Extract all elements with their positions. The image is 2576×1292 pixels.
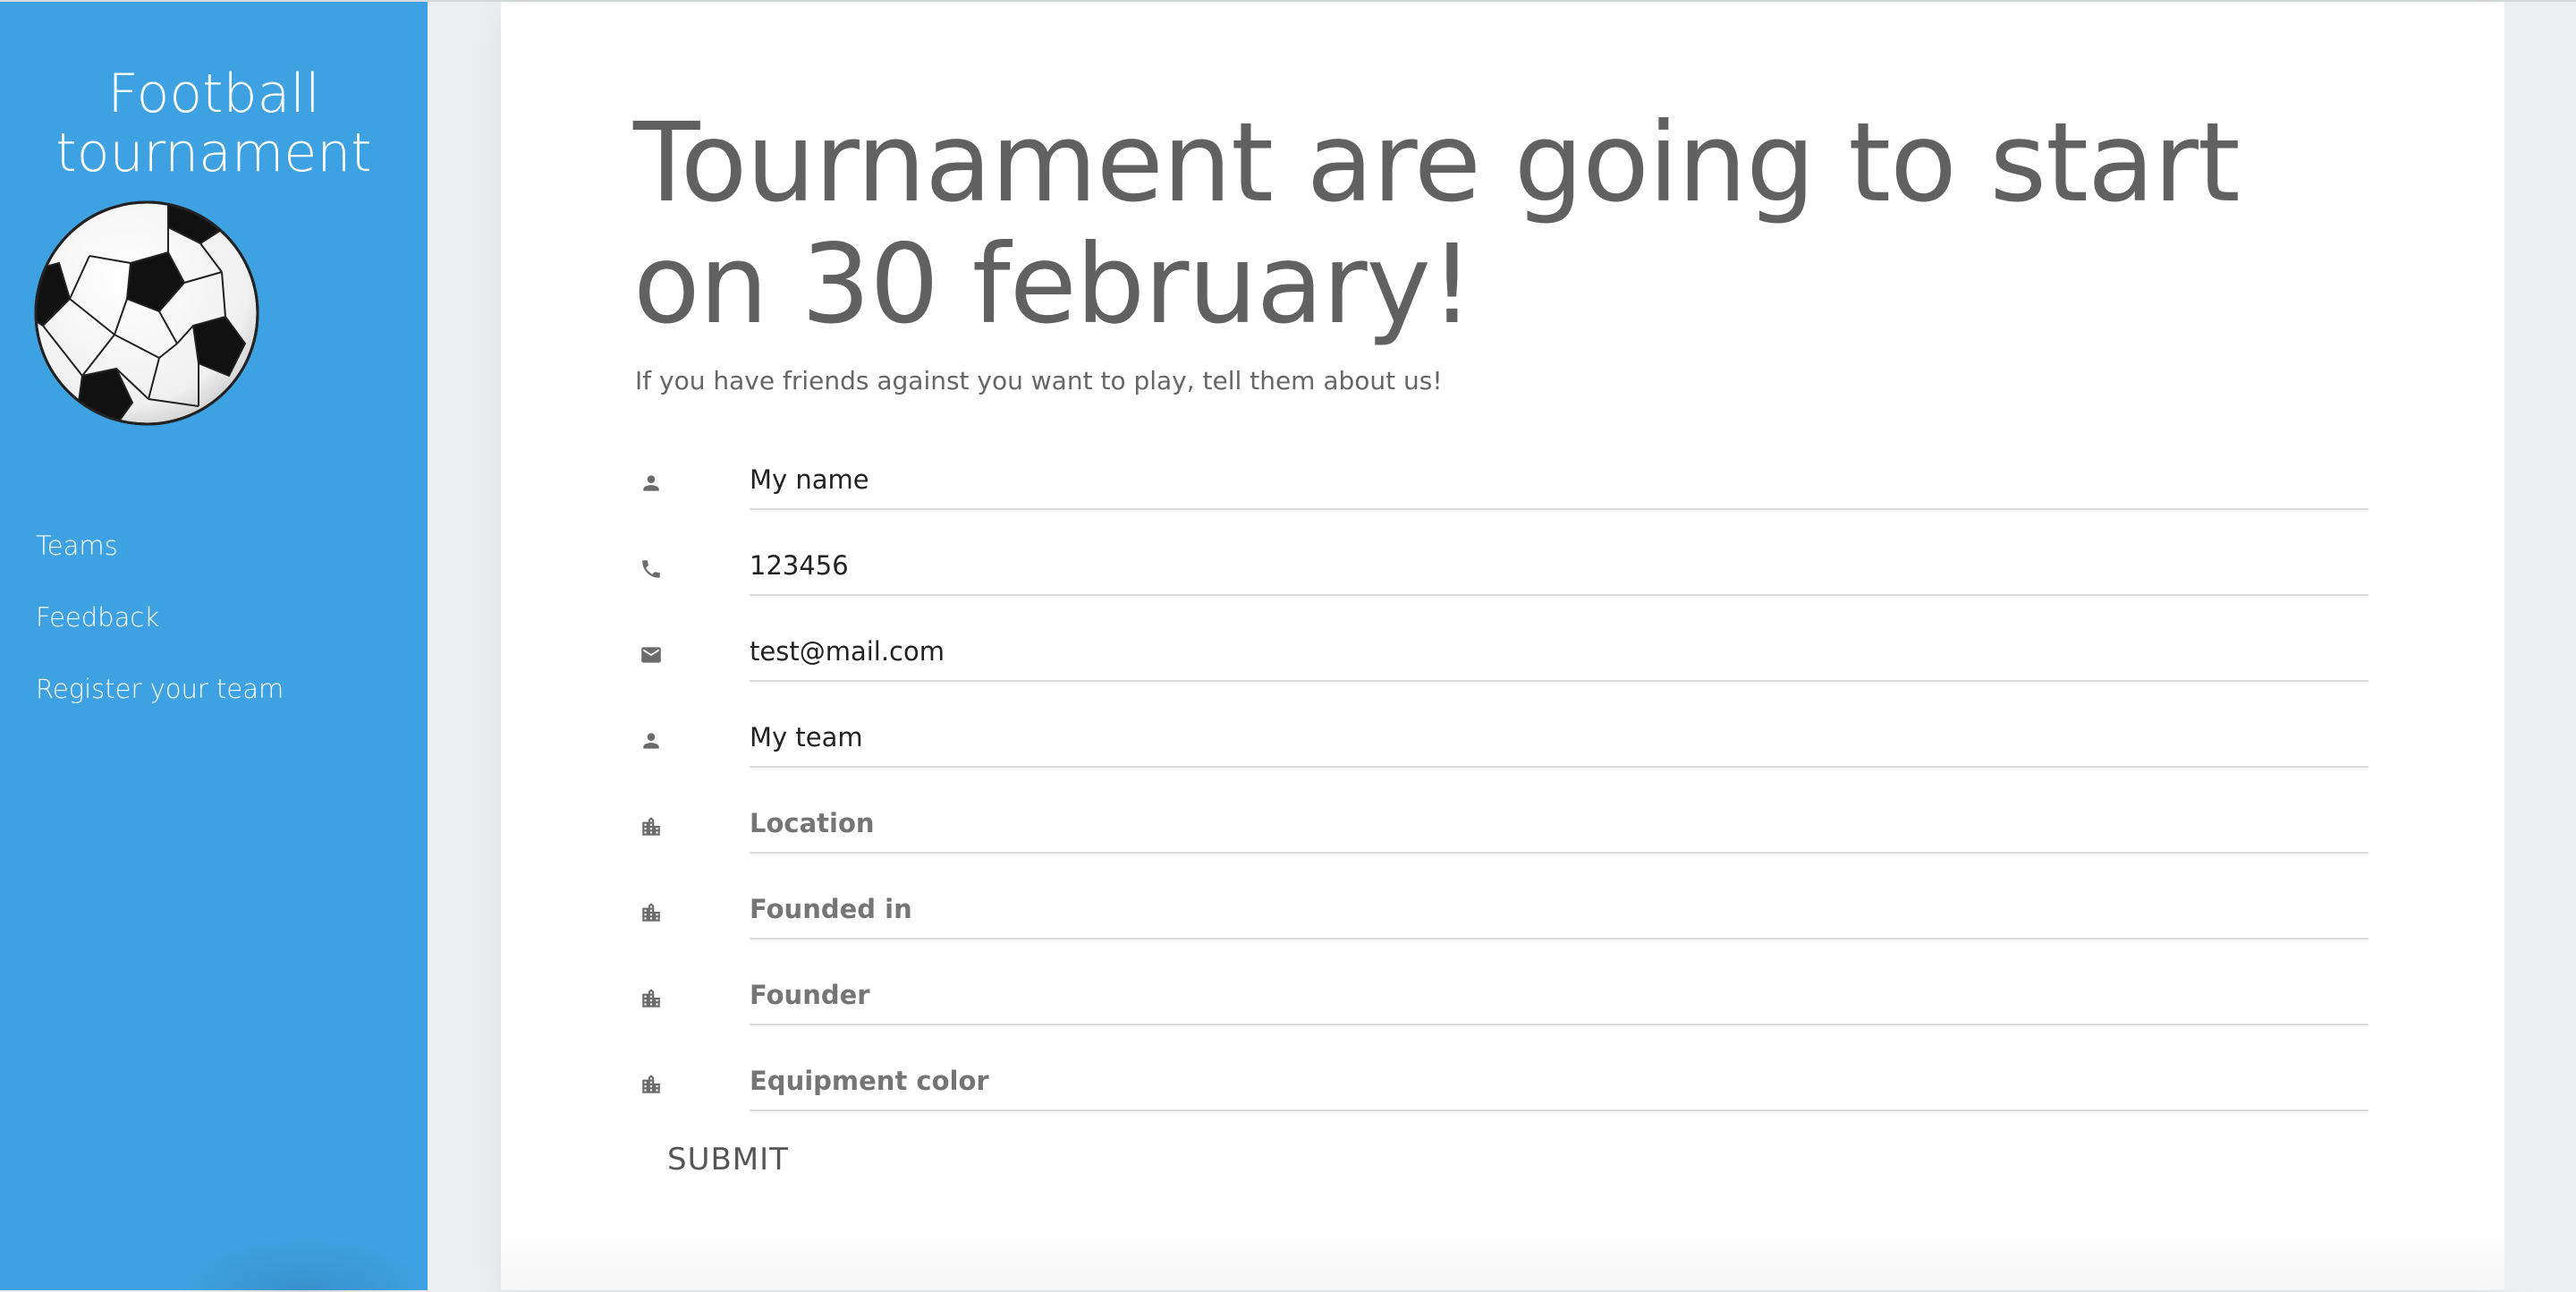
main-card: Tournament are going to start on 30 febr… xyxy=(501,2,2504,1290)
page-subtitle: If you have friends against you want to … xyxy=(635,366,1443,395)
email-field-row xyxy=(633,623,2422,709)
person-icon xyxy=(633,723,669,759)
founder-input[interactable] xyxy=(750,966,2368,1025)
location-input[interactable] xyxy=(750,795,2368,854)
location-field-row xyxy=(633,795,2422,880)
sidebar-nav: Teams Feedback Register your team xyxy=(36,530,284,744)
person-icon xyxy=(633,465,669,501)
mail-icon xyxy=(633,637,669,673)
page-title-line2: on 30 february! xyxy=(633,221,1474,348)
page-title-line1: Tournament are going to start xyxy=(633,99,2241,226)
brand-title: Football tournament xyxy=(0,64,428,183)
team-field-row xyxy=(633,709,2422,795)
page-title: Tournament are going to start on 30 febr… xyxy=(633,102,2422,345)
phone-input[interactable] xyxy=(750,537,2368,596)
card-bottom-shade xyxy=(501,1228,2504,1290)
founded-in-input[interactable] xyxy=(750,880,2368,939)
city-icon xyxy=(633,981,669,1016)
phone-field-row xyxy=(633,537,2422,623)
submit-button[interactable]: SUBMIT xyxy=(662,1136,794,1183)
right-gutter xyxy=(2504,2,2576,1290)
equipment-color-input[interactable] xyxy=(750,1052,2368,1111)
name-input[interactable] xyxy=(750,451,2368,510)
equipment-color-field-row xyxy=(633,1052,2422,1138)
sidebar-item-teams[interactable]: Teams xyxy=(36,530,284,562)
team-input[interactable] xyxy=(750,709,2368,768)
brand-title-line2: tournament xyxy=(55,122,372,184)
sidebar: Football tournament Teams Feedback Regis… xyxy=(0,2,428,1292)
email-input[interactable] xyxy=(750,623,2368,682)
phone-icon xyxy=(633,551,669,587)
city-icon xyxy=(633,1067,669,1102)
city-icon xyxy=(633,809,669,845)
brand-title-line1: Football xyxy=(107,63,320,125)
sidebar-item-register-your-team[interactable]: Register your team xyxy=(36,673,284,705)
sidebar-item-feedback[interactable]: Feedback xyxy=(36,601,284,633)
soccer-ball-icon xyxy=(34,200,259,426)
city-icon xyxy=(633,895,669,931)
founder-field-row xyxy=(633,966,2422,1052)
founded-in-field-row xyxy=(633,880,2422,966)
sidebar-bottom-shadow xyxy=(179,1237,428,1292)
name-field-row xyxy=(633,451,2422,537)
